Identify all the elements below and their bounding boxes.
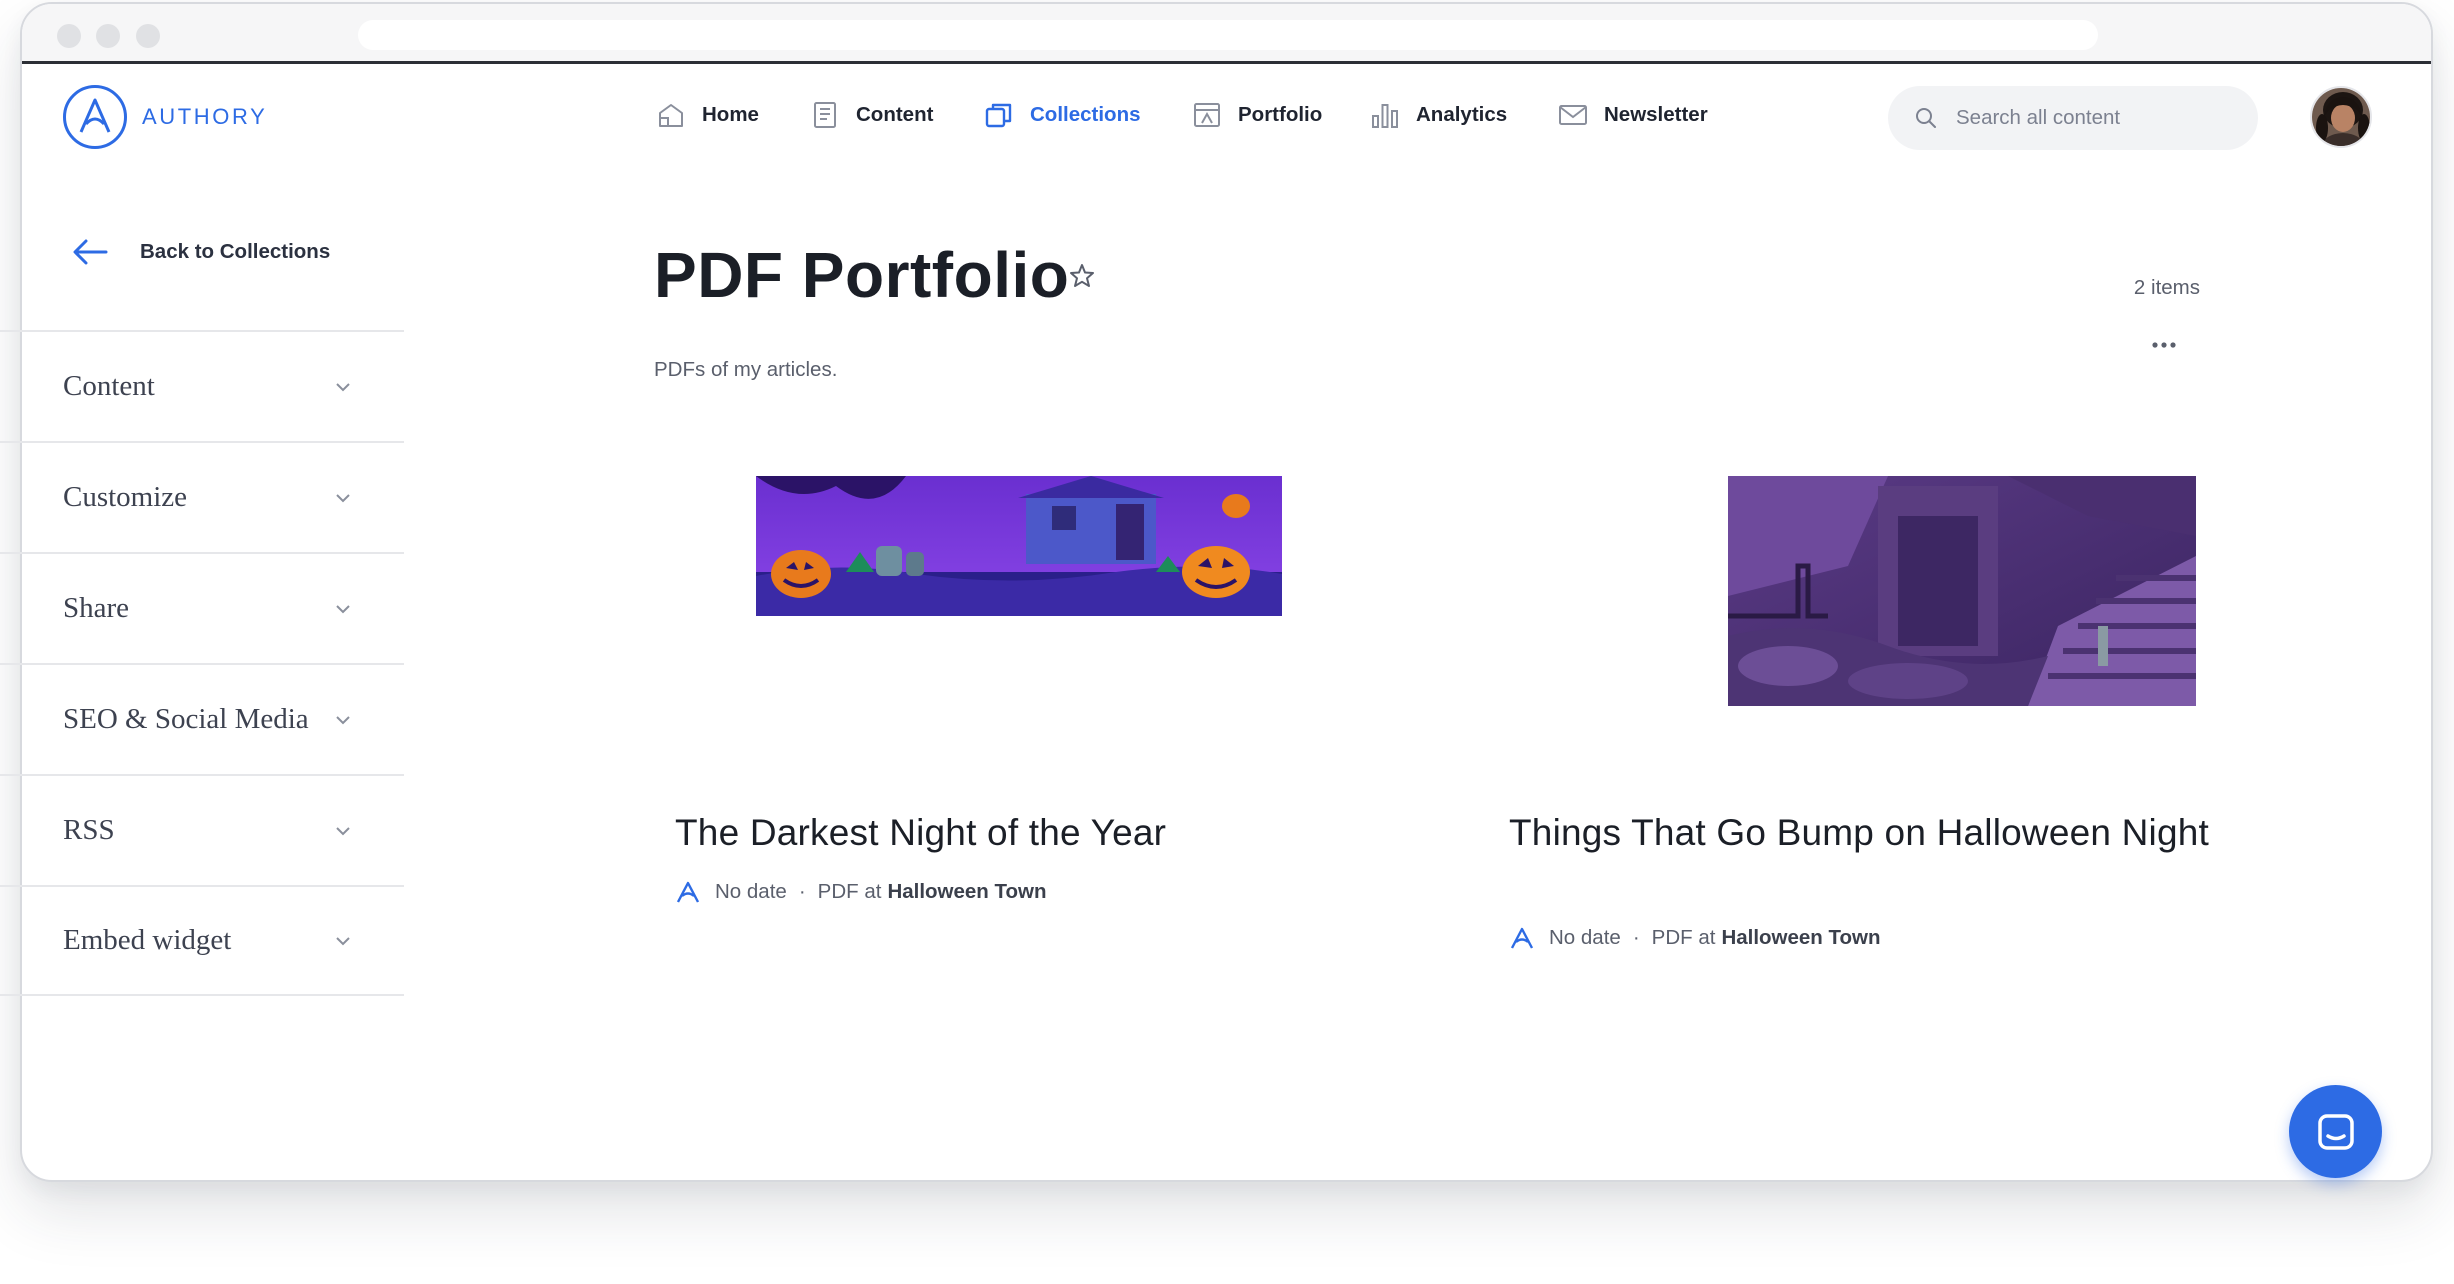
address-bar[interactable] bbox=[358, 20, 2098, 50]
more-options-icon[interactable] bbox=[2150, 338, 2178, 352]
search-box[interactable] bbox=[1888, 86, 2258, 150]
home-icon bbox=[659, 104, 683, 127]
chevron-down-icon bbox=[336, 715, 350, 724]
analytics-icon bbox=[1372, 104, 1398, 128]
sidebar-section-customize[interactable]: Customize bbox=[0, 441, 404, 552]
chevron-down-icon bbox=[336, 382, 350, 391]
nav-item-newsletter[interactable]: Newsletter bbox=[1558, 100, 1708, 130]
sidebar-section-rss[interactable]: RSS bbox=[0, 774, 404, 885]
meta-separator: · bbox=[1632, 926, 1640, 949]
portfolio-icon bbox=[1194, 103, 1220, 127]
item-thumbnail[interactable] bbox=[1728, 476, 2196, 706]
nav-item-label: Portfolio bbox=[1238, 103, 1323, 126]
settings-sidebar: Content Customize Share SEO & Social Med… bbox=[0, 330, 404, 996]
item-thumbnail[interactable] bbox=[756, 476, 1282, 616]
authory-logo[interactable]: AUTHORY bbox=[62, 84, 267, 150]
halloween-pumpkins-banner bbox=[756, 476, 1282, 616]
sidebar-section-label: SEO & Social Media bbox=[63, 703, 309, 735]
item-type: PDF at bbox=[1651, 926, 1716, 949]
item-date: No date bbox=[1549, 926, 1621, 949]
chat-icon bbox=[2317, 1113, 2354, 1150]
user-avatar[interactable] bbox=[2310, 86, 2372, 148]
nav-item-label: Newsletter bbox=[1604, 103, 1708, 126]
sidebar-section-embed-widget[interactable]: Embed widget bbox=[0, 885, 404, 996]
nav-item-content[interactable]: Content bbox=[810, 100, 933, 130]
arrow-left-icon bbox=[73, 239, 108, 265]
search-input[interactable] bbox=[1956, 106, 2236, 130]
item-publication[interactable]: Halloween Town bbox=[887, 880, 1046, 904]
authory-mark-icon bbox=[1510, 927, 1534, 949]
meta-separator: · bbox=[798, 880, 806, 903]
spooky-stairs-illustration bbox=[1728, 476, 2196, 706]
star-favorite-icon[interactable] bbox=[1068, 262, 1096, 290]
nav-item-label: Collections bbox=[1030, 103, 1141, 126]
chevron-down-icon bbox=[336, 826, 350, 835]
search-icon bbox=[1916, 108, 1936, 128]
item-publication[interactable]: Halloween Town bbox=[1721, 926, 1880, 950]
nav-item-label: Home bbox=[702, 103, 759, 126]
nav-item-collections[interactable]: Collections bbox=[984, 100, 1141, 130]
window-minimize-dot[interactable] bbox=[96, 24, 120, 48]
item-meta: No date · PDF at Halloween Town bbox=[675, 880, 1047, 904]
chevron-down-icon bbox=[336, 936, 350, 945]
chat-launcher-button[interactable] bbox=[2289, 1085, 2382, 1178]
sidebar-section-label: RSS bbox=[63, 814, 115, 846]
item-title[interactable]: The Darkest Night of the Year bbox=[675, 810, 1375, 856]
nav-item-portfolio[interactable]: Portfolio bbox=[1192, 100, 1322, 130]
collections-icon bbox=[985, 103, 1012, 128]
page-title: PDF Portfolio bbox=[654, 239, 1070, 311]
item-date: No date bbox=[715, 880, 787, 903]
nav-item-home[interactable]: Home bbox=[656, 100, 759, 130]
item-meta: No date · PDF at Halloween Town bbox=[1509, 926, 1881, 950]
nav-item-label: Analytics bbox=[1416, 103, 1508, 126]
item-title[interactable]: Things That Go Bump on Halloween Night bbox=[1509, 810, 2209, 856]
sidebar-section-label: Embed widget bbox=[63, 924, 232, 956]
brand-name: AUTHORY bbox=[142, 104, 268, 129]
back-to-collections-link[interactable]: Back to Collections bbox=[70, 236, 330, 268]
newsletter-icon bbox=[1559, 105, 1587, 125]
sidebar-section-label: Customize bbox=[63, 481, 188, 513]
sidebar-section-share[interactable]: Share bbox=[0, 552, 404, 663]
authory-logo-icon bbox=[63, 85, 127, 149]
window-maximize-dot[interactable] bbox=[136, 24, 160, 48]
collection-description: PDFs of my articles. bbox=[654, 358, 838, 381]
back-link-label: Back to Collections bbox=[140, 240, 331, 263]
sidebar-section-seo[interactable]: SEO & Social Media bbox=[0, 663, 404, 774]
sidebar-section-label: Share bbox=[63, 592, 130, 624]
item-type: PDF at bbox=[817, 880, 882, 903]
browser-chrome bbox=[22, 4, 2431, 64]
chevron-down-icon bbox=[336, 493, 350, 502]
content-icon bbox=[814, 102, 836, 128]
chevron-down-icon bbox=[336, 604, 350, 613]
sidebar-section-content[interactable]: Content bbox=[0, 330, 404, 441]
authory-mark-icon bbox=[676, 881, 700, 903]
item-count: 2 items bbox=[2133, 276, 2200, 299]
nav-item-analytics[interactable]: Analytics bbox=[1370, 100, 1507, 130]
nav-item-label: Content bbox=[856, 103, 934, 126]
window-close-dot[interactable] bbox=[57, 24, 81, 48]
sidebar-section-label: Content bbox=[63, 370, 155, 402]
